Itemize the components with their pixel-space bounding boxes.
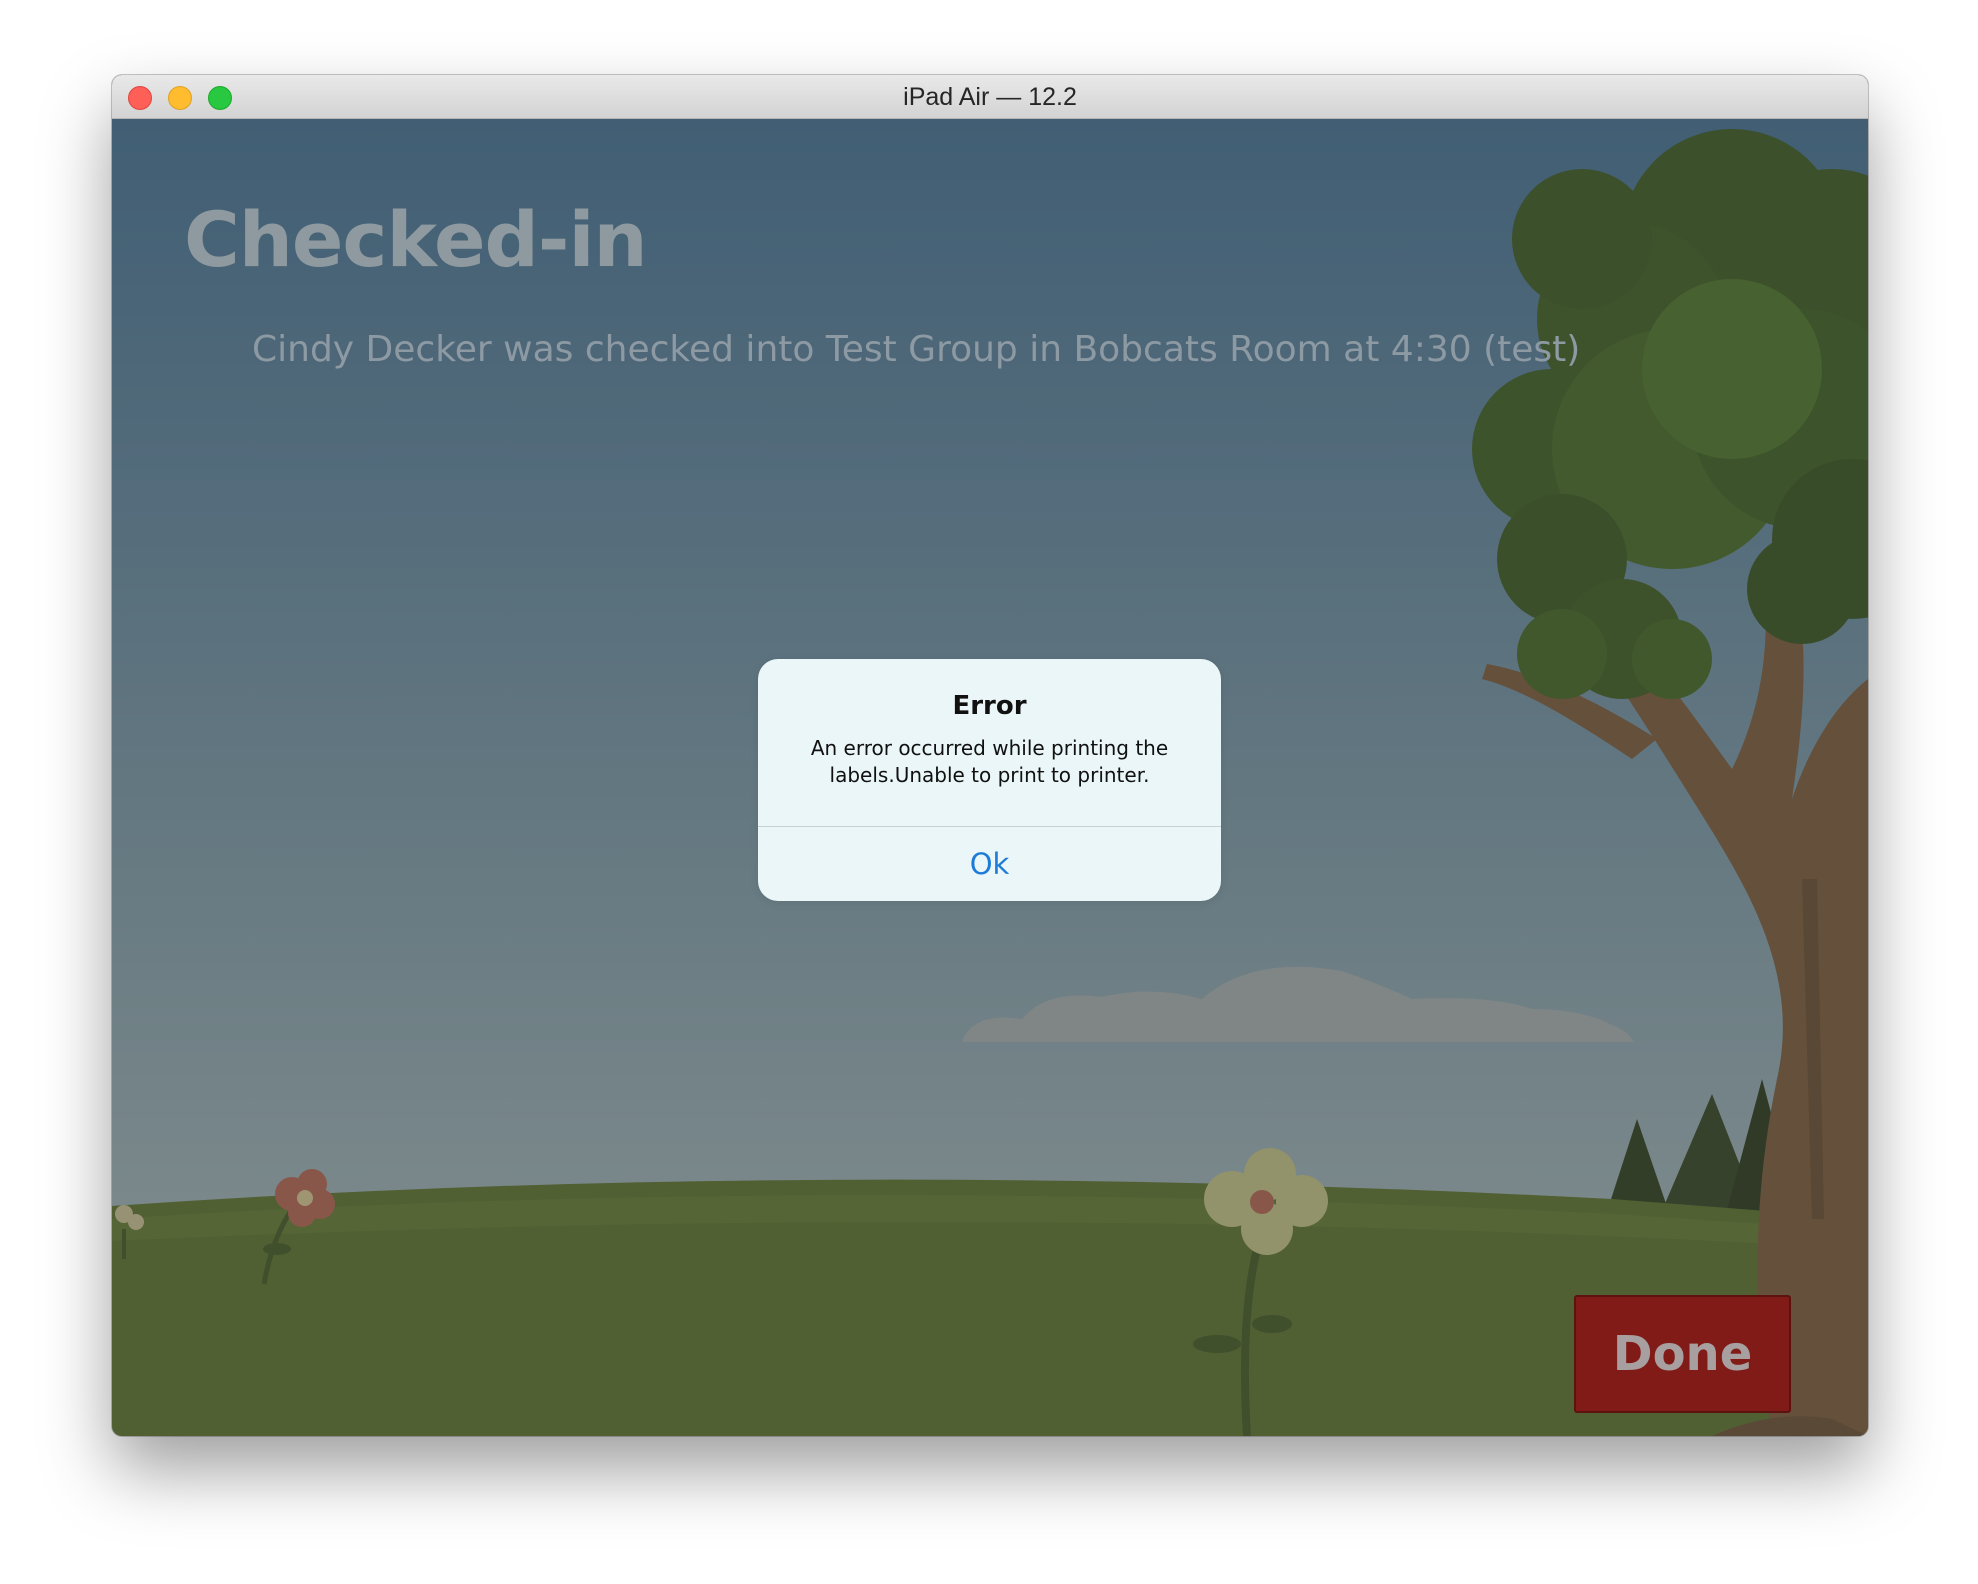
- alert-message: An error occurred while printing the lab…: [810, 736, 1169, 787]
- title-bar[interactable]: iPad Air — 12.2: [112, 75, 1868, 119]
- checkin-message: Cindy Decker was checked into Test Group…: [252, 329, 1581, 370]
- page-title: Checked-in: [184, 195, 648, 284]
- alert-ok-button[interactable]: Ok: [758, 827, 1221, 901]
- alert-title: Error: [952, 691, 1027, 721]
- done-button[interactable]: Done: [1574, 1295, 1791, 1413]
- error-alert: Error An error occurred while printing t…: [758, 659, 1221, 901]
- app-screen: Checked-in Cindy Decker was checked into…: [112, 119, 1868, 1436]
- window-title: iPad Air — 12.2: [903, 83, 1077, 111]
- simulator-window: iPad Air — 12.2 Checked-in Cindy Decker …: [112, 75, 1868, 1436]
